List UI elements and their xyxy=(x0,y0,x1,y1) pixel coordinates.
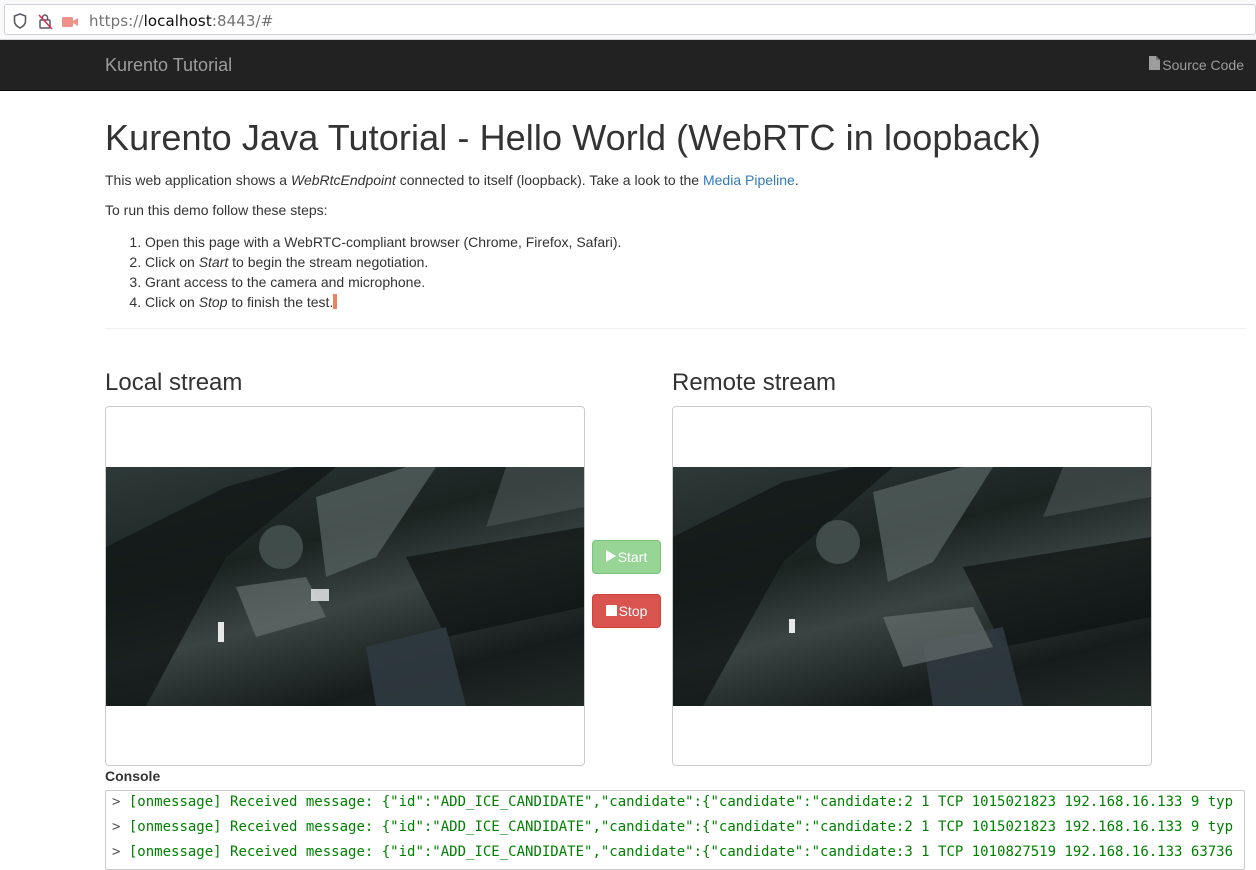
play-icon xyxy=(605,549,616,565)
divider xyxy=(105,328,1245,329)
start-button[interactable]: Start xyxy=(592,540,661,574)
stop-button[interactable]: Stop xyxy=(592,594,661,628)
step-item: Click on Stop to finish the test. xyxy=(145,292,621,312)
address-bar[interactable]: https://localhost:8443/# xyxy=(4,4,1256,35)
text-cursor xyxy=(333,294,338,309)
local-video-frame xyxy=(106,467,584,706)
insecure-lock-icon[interactable] xyxy=(38,12,56,35)
console-label: Console xyxy=(105,768,161,784)
media-pipeline-link[interactable]: Media Pipeline xyxy=(703,172,795,188)
console-line: > [onmessage] Received message: {"id":"A… xyxy=(112,819,1234,835)
file-icon xyxy=(1149,56,1161,73)
console-line: > [onmessage] Received message: {"id":"A… xyxy=(112,794,1234,810)
source-code-label: Source Code xyxy=(1162,56,1244,73)
url-text[interactable]: https://localhost:8443/# xyxy=(89,12,273,30)
browser-toolbar: https://localhost:8443/# xyxy=(0,0,1256,40)
remote-video-frame xyxy=(673,467,1151,706)
shield-icon[interactable] xyxy=(13,13,27,34)
camera-in-use-icon[interactable] xyxy=(61,15,79,33)
remote-stream-title: Remote stream xyxy=(672,369,837,396)
step-item: Click on Start to begin the stream negot… xyxy=(145,252,621,272)
stop-icon xyxy=(605,603,617,619)
local-video[interactable] xyxy=(105,406,585,766)
intro-paragraph: This web application shows a WebRtcEndpo… xyxy=(105,172,799,188)
steps-list: Open this page with a WebRTC-compliant b… xyxy=(105,232,621,312)
navbar-brand[interactable]: Kurento Tutorial xyxy=(105,55,232,76)
remote-video[interactable] xyxy=(672,406,1152,766)
source-code-link[interactable]: Source Code xyxy=(1149,56,1244,73)
steps-intro: To run this demo follow these steps: xyxy=(105,202,328,218)
step-item: Grant access to the camera and microphon… xyxy=(145,272,621,292)
local-stream-title: Local stream xyxy=(105,369,243,396)
step-item: Open this page with a WebRTC-compliant b… xyxy=(145,232,621,252)
start-button-label: Start xyxy=(617,549,648,565)
page-title: Kurento Java Tutorial - Hello World (Web… xyxy=(105,117,1041,158)
console-line: > [onmessage] Received message: {"id":"A… xyxy=(112,844,1234,860)
stop-button-label: Stop xyxy=(618,603,648,619)
navbar: Kurento Tutorial Source Code xyxy=(0,40,1256,91)
console-panel[interactable]: > [onmessage] Received message: {"id":"A… xyxy=(105,790,1245,870)
